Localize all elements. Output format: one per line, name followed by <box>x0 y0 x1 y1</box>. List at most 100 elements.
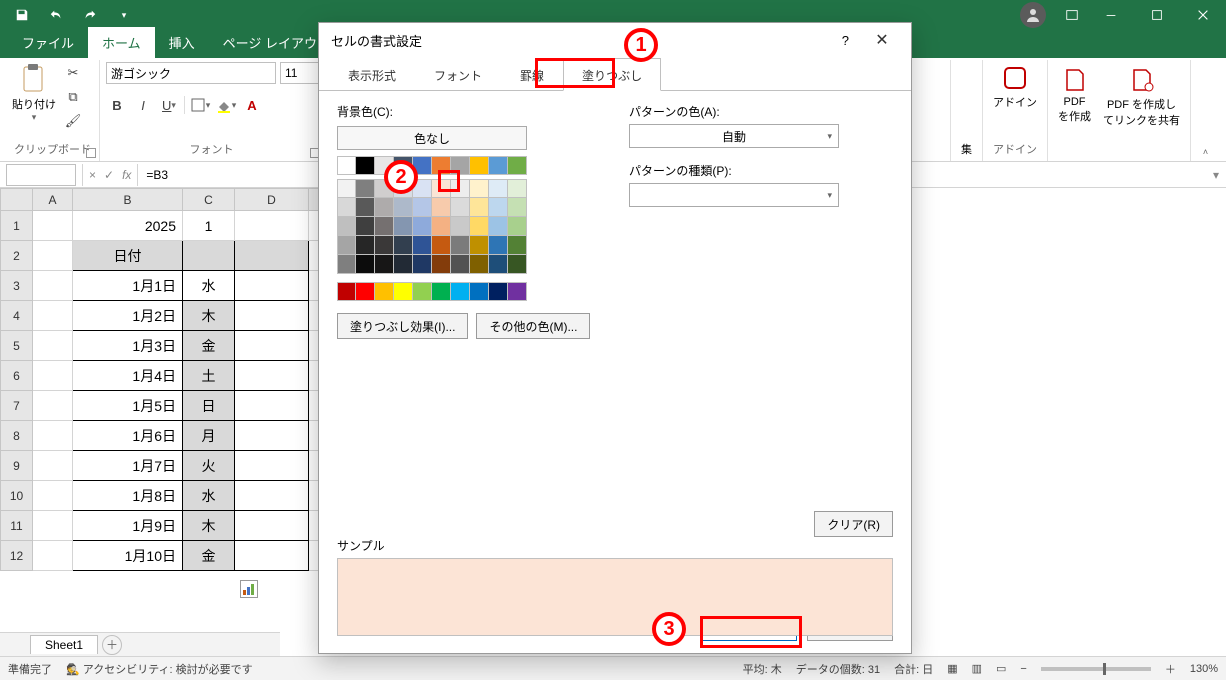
cell[interactable] <box>33 541 73 571</box>
color-swatch[interactable] <box>413 282 432 301</box>
font-name-select[interactable] <box>106 62 276 84</box>
cell[interactable] <box>33 451 73 481</box>
font-color-button[interactable]: A <box>241 94 263 116</box>
ribbon-collapse[interactable]: ˄ <box>1190 60 1220 161</box>
cell[interactable]: 1月2日 <box>73 301 183 331</box>
color-swatch[interactable] <box>337 282 356 301</box>
color-swatch[interactable] <box>375 236 394 255</box>
maximize-button[interactable] <box>1134 0 1180 30</box>
paste-button[interactable]: 貼り付け ▾ <box>12 62 56 123</box>
row-header[interactable]: 9 <box>1 451 33 481</box>
cell[interactable]: 水 <box>183 271 235 301</box>
cell[interactable]: 水 <box>183 481 235 511</box>
row-header[interactable]: 5 <box>1 331 33 361</box>
color-swatch[interactable] <box>394 198 413 217</box>
color-swatch[interactable] <box>451 198 470 217</box>
cell[interactable]: 1月9日 <box>73 511 183 541</box>
fill-color-button[interactable]: ▾ <box>215 94 237 116</box>
col-header-A[interactable]: A <box>33 189 73 211</box>
cell[interactable] <box>33 331 73 361</box>
color-swatch[interactable] <box>356 255 375 274</box>
color-swatch[interactable] <box>413 198 432 217</box>
color-swatch[interactable] <box>375 198 394 217</box>
row-header[interactable]: 2 <box>1 241 33 271</box>
color-swatch[interactable] <box>508 156 527 175</box>
color-swatch[interactable] <box>432 198 451 217</box>
cell[interactable] <box>33 391 73 421</box>
cell[interactable] <box>33 211 73 241</box>
cell[interactable] <box>235 511 309 541</box>
col-header-B[interactable]: B <box>73 189 183 211</box>
cut-icon[interactable]: ✂ <box>62 62 84 84</box>
color-swatch[interactable] <box>451 217 470 236</box>
color-swatch[interactable] <box>508 179 527 198</box>
color-swatch[interactable] <box>413 236 432 255</box>
new-sheet-button[interactable]: ＋ <box>102 635 122 655</box>
color-swatch[interactable] <box>356 236 375 255</box>
color-swatch[interactable] <box>375 217 394 236</box>
color-swatch[interactable] <box>337 236 356 255</box>
cell[interactable]: 1月6日 <box>73 421 183 451</box>
format-painter-icon[interactable]: 🖌 <box>62 110 84 132</box>
font-size-select[interactable] <box>280 62 322 84</box>
color-swatch[interactable] <box>375 255 394 274</box>
cell[interactable]: 木 <box>183 511 235 541</box>
copy-icon[interactable]: ⧉ <box>62 86 84 108</box>
tab-file[interactable]: ファイル <box>8 27 88 58</box>
color-swatch[interactable] <box>356 198 375 217</box>
color-swatch[interactable] <box>394 282 413 301</box>
view-layout-icon[interactable]: ▥ <box>972 662 982 675</box>
color-swatch[interactable] <box>470 179 489 198</box>
color-swatch[interactable] <box>451 179 470 198</box>
cell[interactable] <box>235 451 309 481</box>
row-header[interactable]: 11 <box>1 511 33 541</box>
row-header[interactable]: 4 <box>1 301 33 331</box>
color-swatch[interactable] <box>470 198 489 217</box>
dialog-close-button[interactable]: ✕ <box>865 30 899 50</box>
cell[interactable] <box>33 481 73 511</box>
color-swatch[interactable] <box>489 236 508 255</box>
cell[interactable]: 1月5日 <box>73 391 183 421</box>
color-swatch[interactable] <box>375 156 394 175</box>
color-swatch[interactable] <box>432 156 451 175</box>
color-swatch[interactable] <box>413 255 432 274</box>
color-swatch[interactable] <box>375 179 394 198</box>
cell[interactable] <box>33 361 73 391</box>
undo-icon[interactable] <box>40 0 72 30</box>
cell[interactable] <box>235 301 309 331</box>
cell[interactable]: 金 <box>183 331 235 361</box>
row-header[interactable]: 1 <box>1 211 33 241</box>
color-swatch[interactable] <box>432 236 451 255</box>
color-swatch[interactable] <box>356 179 375 198</box>
pdf-share-icon[interactable] <box>1128 66 1156 94</box>
cell[interactable]: 日付 <box>73 241 183 271</box>
color-swatch[interactable] <box>432 282 451 301</box>
cell[interactable]: 土 <box>183 361 235 391</box>
no-color-button[interactable]: 色なし <box>337 126 527 150</box>
zoom-out-button[interactable]: − <box>1020 663 1026 675</box>
tab-border[interactable]: 罫線 <box>501 58 563 91</box>
tab-insert[interactable]: 挿入 <box>155 27 209 58</box>
redo-icon[interactable] <box>74 0 106 30</box>
clear-button[interactable]: クリア(R) <box>814 511 893 537</box>
color-swatch[interactable] <box>432 179 451 198</box>
row-header[interactable]: 12 <box>1 541 33 571</box>
col-header-D[interactable]: D <box>235 189 309 211</box>
color-swatch[interactable] <box>375 282 394 301</box>
close-button[interactable] <box>1180 0 1226 30</box>
cancel-formula-icon[interactable]: × <box>89 168 96 182</box>
cell[interactable]: 月 <box>183 421 235 451</box>
cell[interactable]: 1月8日 <box>73 481 183 511</box>
color-swatch[interactable] <box>337 255 356 274</box>
color-swatch[interactable] <box>489 179 508 198</box>
italic-button[interactable]: I <box>132 94 154 116</box>
fx-icon[interactable]: fx <box>122 168 131 182</box>
cell[interactable] <box>235 241 309 271</box>
color-swatch[interactable] <box>356 282 375 301</box>
cell[interactable] <box>235 391 309 421</box>
color-swatch[interactable] <box>508 198 527 217</box>
color-swatch[interactable] <box>432 217 451 236</box>
cell[interactable] <box>235 421 309 451</box>
color-swatch[interactable] <box>508 255 527 274</box>
color-swatch[interactable] <box>337 179 356 198</box>
